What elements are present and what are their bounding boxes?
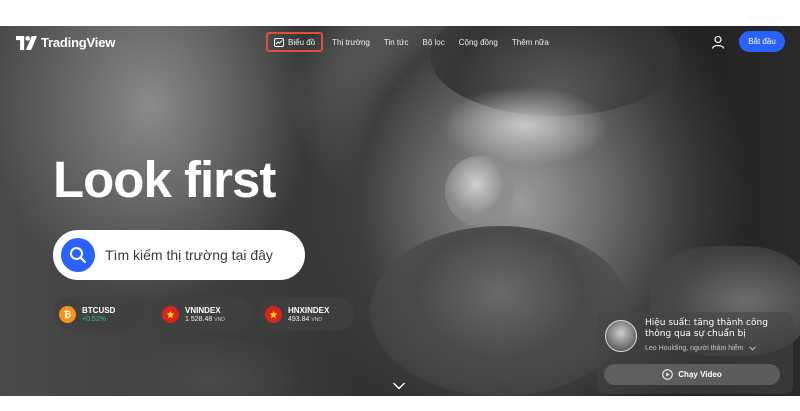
video-title: Hiệu suất: tăng thành công thông qua sự … [645, 318, 768, 339]
play-video-button[interactable]: Chạy Video [604, 364, 780, 385]
ticker-hnxindex[interactable]: HNXINDEX 493.84 VND [259, 297, 354, 331]
ticker-value: 1 528.48 [185, 315, 213, 323]
play-video-label: Chạy Video [678, 370, 722, 379]
nav-item-news[interactable]: Tin tức [377, 32, 416, 52]
search-icon[interactable] [61, 238, 95, 272]
video-author[interactable]: Leo Houlding, người thám hiểm [645, 345, 757, 352]
vietnam-flag-icon [265, 305, 282, 323]
hero-title: Look first [53, 151, 276, 208]
market-search-bar[interactable]: Tìm kiếm thị trường tại đây [53, 230, 305, 280]
nav-item-label: Cộng đồng [458, 37, 498, 47]
nav-item-label: Biểu đồ [288, 37, 316, 47]
ticker-value: 493.84 [288, 315, 310, 323]
chevron-down-icon [749, 346, 757, 351]
tradingview-logo[interactable]: TradingView [16, 35, 115, 50]
play-icon [662, 369, 674, 380]
svg-text:₿: ₿ [64, 310, 71, 320]
nav-item-label: Thêm nữa [511, 37, 549, 47]
ticker-change: +0.52% [82, 315, 106, 323]
nav-item-label: Thị trường [332, 37, 370, 47]
get-started-button[interactable]: Bắt đầu [739, 31, 785, 52]
chart-icon [274, 37, 284, 47]
nav-item-label: Bộ lọc [422, 37, 445, 47]
vietnam-flag-icon [162, 305, 179, 323]
ticker-symbol: BTCUSD [82, 305, 116, 315]
tradingview-logo-icon [16, 35, 37, 50]
bitcoin-icon: ₿ [59, 305, 76, 323]
ticker-unit: VND [214, 316, 225, 323]
ticker-unit: VND [311, 316, 322, 323]
nav-item-community[interactable]: Cộng đồng [452, 32, 505, 52]
main-nav: Biểu đồ Thị trường Tin tức Bộ lọc Cộng đ… [266, 32, 556, 52]
video-author-name: Leo Houlding, người thám hiểm [645, 345, 744, 352]
search-placeholder: Tìm kiếm thị trường tại đây [105, 247, 273, 263]
nav-item-label: Tin tức [383, 37, 409, 47]
user-icon[interactable] [711, 35, 725, 49]
chevron-down-icon[interactable] [392, 381, 406, 391]
ticker-symbol: HNXINDEX [288, 305, 330, 315]
nav-item-screeners[interactable]: Bộ lọc [416, 32, 452, 52]
ticker-vnindex[interactable]: VNINDEX 1 528.48 VND [156, 297, 252, 331]
nav-item-markets[interactable]: Thị trường [325, 32, 377, 52]
ticker-btcusd[interactable]: ₿ BTCUSD +0.52% [53, 297, 148, 331]
nav-item-charts[interactable]: Biểu đồ [266, 32, 324, 52]
ticker-symbol: VNINDEX [185, 305, 221, 315]
nav-item-more[interactable]: Thêm nữa [505, 32, 556, 52]
brand-name: TradingView [41, 35, 116, 50]
speaker-avatar [605, 320, 637, 352]
